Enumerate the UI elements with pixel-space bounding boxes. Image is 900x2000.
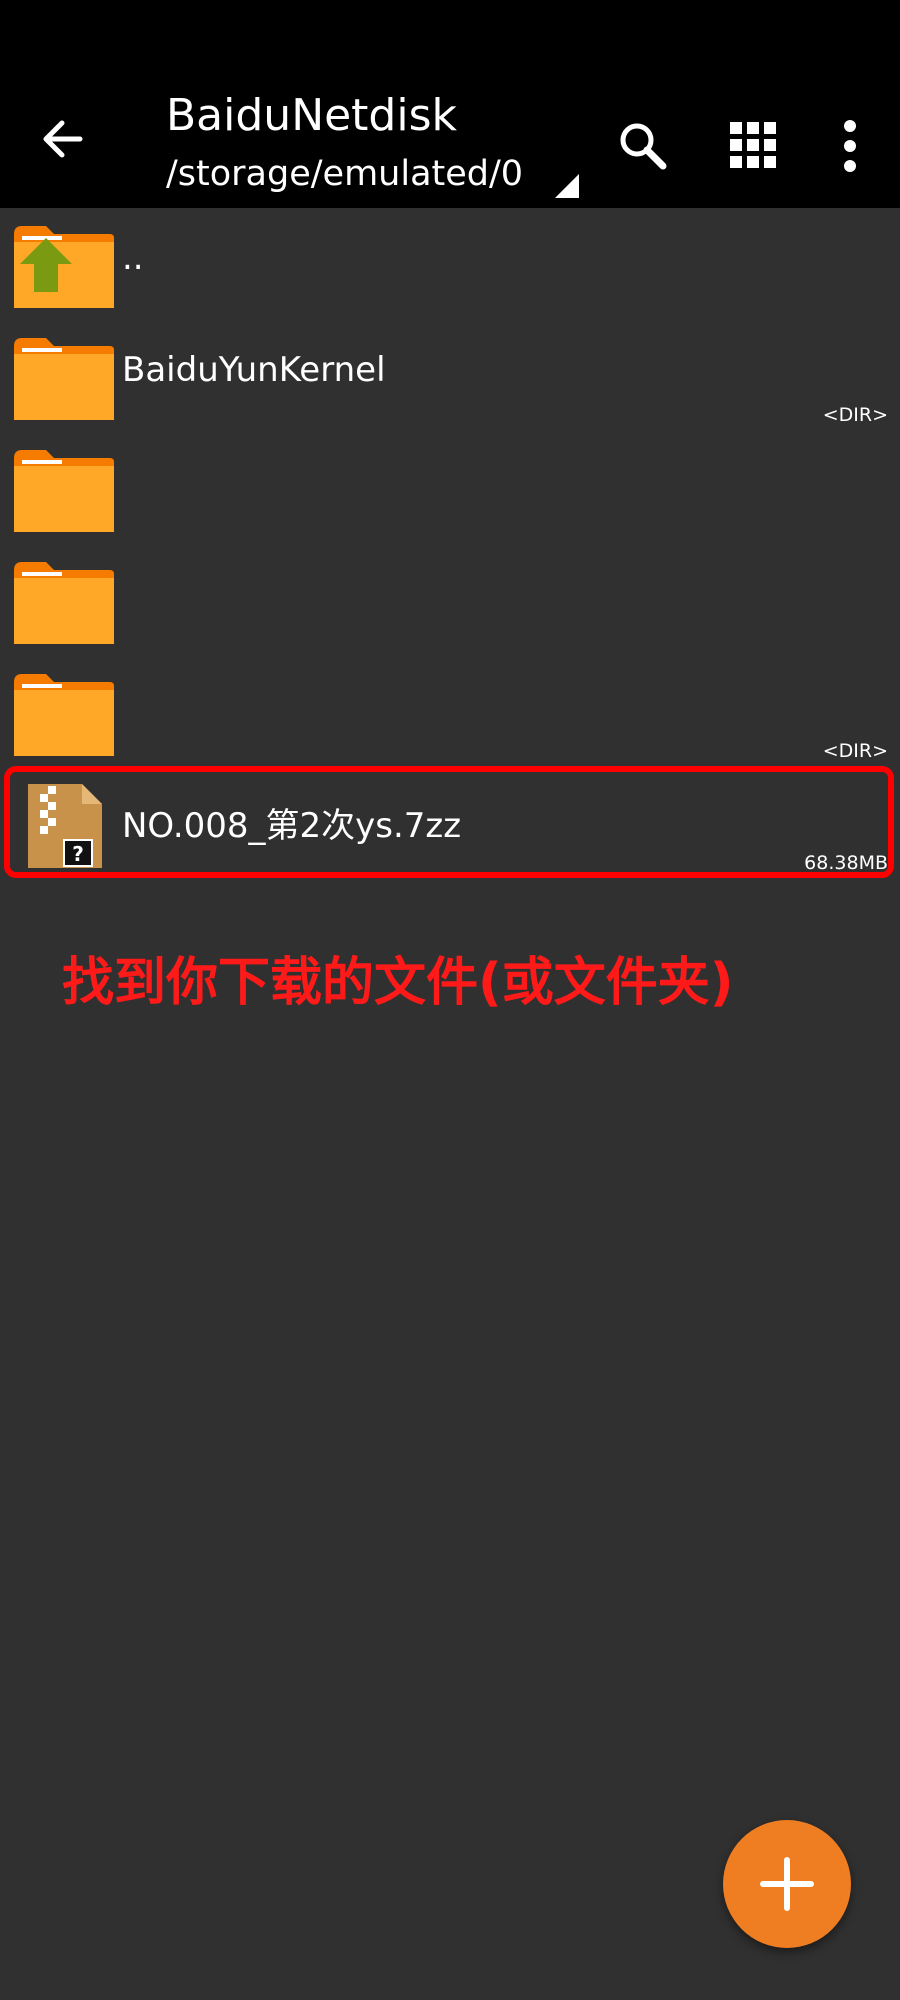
file-row-folder[interactable] xyxy=(0,544,900,656)
more-options-button[interactable] xyxy=(838,118,862,174)
path-dropdown-icon[interactable] xyxy=(555,174,579,198)
file-row-folder[interactable]: BaiduYunKernel <DIR> xyxy=(0,320,900,432)
path-label[interactable]: /storage/emulated/0 xyxy=(166,154,523,194)
file-row-parent[interactable]: .. xyxy=(0,208,900,320)
folder-icon xyxy=(14,450,114,532)
back-arrow-icon xyxy=(43,120,83,158)
folder-icon xyxy=(14,338,114,420)
parent-folder-icon xyxy=(14,226,114,308)
search-button[interactable] xyxy=(615,118,671,174)
add-button[interactable] xyxy=(723,1820,851,1948)
grid-view-button[interactable] xyxy=(728,120,778,170)
annotation-text: 找到你下载的文件(或文件夹) xyxy=(62,953,734,1013)
folder-icon xyxy=(14,562,114,644)
file-name: BaiduYunKernel xyxy=(122,350,386,390)
grid-view-icon xyxy=(730,122,776,168)
search-icon xyxy=(620,123,667,170)
folder-title: BaiduNetdisk xyxy=(166,90,457,141)
status-bar xyxy=(0,0,900,66)
file-name: .. xyxy=(122,238,144,278)
plus-icon xyxy=(760,1857,814,1911)
highlight-box xyxy=(4,766,894,878)
more-vert-icon xyxy=(844,120,856,172)
back-button[interactable] xyxy=(36,114,96,164)
file-meta: <DIR> xyxy=(822,740,888,762)
file-row-folder[interactable] xyxy=(0,432,900,544)
file-row-folder[interactable]: <DIR> xyxy=(0,656,900,768)
folder-icon xyxy=(14,674,114,756)
file-meta: <DIR> xyxy=(822,404,888,426)
app-bar: BaiduNetdisk /storage/emulated/0 xyxy=(0,66,900,208)
